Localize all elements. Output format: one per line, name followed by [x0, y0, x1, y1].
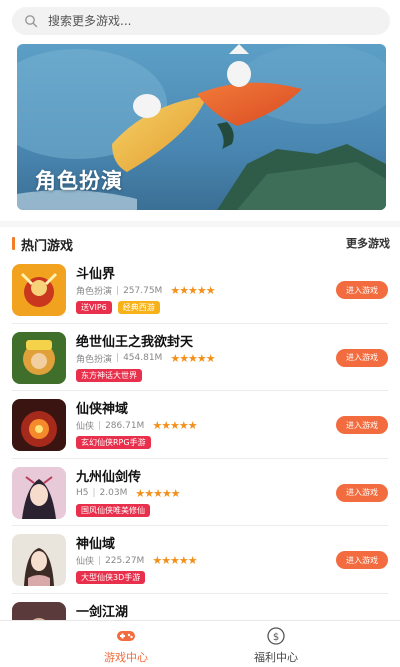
game-meta: 仙侠 | 225.27M ★★★★★: [76, 554, 198, 568]
game-meta: 角色扮演 | 257.75M ★★★★★: [76, 284, 216, 297]
game-name: 神仙域: [76, 537, 116, 553]
bottom-nav: 游戏中心 $ 福利中心: [0, 620, 400, 667]
game-name: 仙侠神域: [76, 402, 129, 418]
section-divider: [0, 221, 400, 227]
game-meta: H5 | 2.03M ★★★★★: [76, 486, 181, 500]
game-category: 仙侠: [76, 557, 95, 568]
game-icon[interactable]: [12, 264, 66, 316]
meta-separator: |: [98, 420, 102, 431]
enter-game-button[interactable]: 进入游戏: [336, 348, 388, 367]
game-icon[interactable]: [12, 534, 66, 587]
enter-game-button[interactable]: 进入游戏: [336, 416, 388, 435]
game-tags: 大型仙侠3D手游: [76, 571, 146, 585]
game-meta: 角色扮演 | 454.81M ★★★★★: [76, 351, 216, 365]
game-row[interactable]: 神仙域 仙侠 | 225.27M ★★★★★ 大型仙侠3D手游 进入游戏: [12, 526, 388, 594]
game-category: 角色扮演: [76, 287, 113, 297]
enter-game-button[interactable]: 进入游戏: [336, 483, 388, 502]
star-rating: ★★★★★: [170, 351, 215, 365]
nav-game-center[interactable]: 游戏中心: [76, 621, 176, 667]
banner-title: 角色扮演: [35, 169, 123, 193]
game-size: 225.27M: [105, 555, 145, 566]
banner[interactable]: 角色扮演: [17, 44, 386, 210]
game-icon[interactable]: [12, 331, 66, 384]
game-category: 仙侠: [76, 422, 95, 433]
game-name: 九州仙剑传: [76, 469, 142, 485]
star-rating: ★★★★★: [170, 284, 215, 297]
search-bar[interactable]: [12, 7, 390, 35]
section-title: 热门游戏: [21, 239, 74, 254]
gamepad-icon: [117, 631, 135, 641]
game-size: 286.71M: [105, 420, 145, 431]
game-tags: 送VIP6 经典西游: [76, 301, 160, 314]
game-row[interactable]: 九州仙剑传 H5 | 2.03M ★★★★★ 国风仙侠唯美修仙 进入游戏: [12, 459, 388, 527]
game-row[interactable]: 仙侠神域 仙侠 | 286.71M ★★★★★ 玄幻仙侠RPG手游 进入游戏: [12, 391, 388, 459]
game-row[interactable]: 斗仙界 角色扮演 | 257.75M ★★★★★ 送VIP6 经典西游 进入游戏: [12, 256, 388, 324]
search-icon: [25, 15, 38, 28]
game-tags: 东方神话大世界: [76, 368, 142, 382]
game-meta: 仙侠 | 286.71M ★★★★★: [76, 419, 198, 433]
game-name: 绝世仙王之我欲封天: [76, 334, 194, 350]
meta-separator: |: [116, 353, 120, 364]
game-size: 257.75M: [123, 285, 163, 296]
game-tags: 国风仙侠唯美修仙: [76, 503, 150, 517]
game-row[interactable]: 绝世仙王之我欲封天 角色扮演 | 454.81M ★★★★★ 东方神话大世界 进…: [12, 324, 388, 392]
search-input[interactable]: [48, 14, 348, 28]
game-tag: 玄幻仙侠RPG手游: [76, 436, 151, 450]
star-rating: ★★★★★: [152, 419, 197, 433]
game-tag: 送VIP6: [76, 301, 112, 314]
game-category: 角色扮演: [76, 354, 113, 365]
star-rating: ★★★★★: [152, 554, 197, 568]
game-tag: 东方神话大世界: [76, 368, 142, 382]
game-name: 一剑江湖: [76, 604, 129, 620]
game-icon[interactable]: [12, 466, 66, 519]
meta-separator: |: [92, 488, 96, 499]
section-accent-bar: [12, 237, 15, 250]
meta-separator: |: [116, 285, 120, 296]
game-tag: 大型仙侠3D手游: [76, 571, 146, 585]
coin-icon: $: [267, 627, 285, 645]
game-name: 斗仙界: [76, 267, 116, 282]
nav-welfare-center[interactable]: $ 福利中心: [226, 621, 326, 667]
enter-game-button[interactable]: 进入游戏: [336, 281, 388, 299]
more-games-link[interactable]: 更多游戏: [346, 235, 390, 251]
game-tag: 国风仙侠唯美修仙: [76, 503, 150, 517]
game-category: H5: [76, 488, 89, 499]
game-tag: 经典西游: [117, 301, 160, 314]
meta-separator: |: [98, 555, 102, 566]
game-icon[interactable]: [12, 399, 66, 452]
game-list: 斗仙界 角色扮演 | 257.75M ★★★★★ 送VIP6 经典西游 进入游戏…: [0, 256, 400, 662]
game-tags: 玄幻仙侠RPG手游: [76, 436, 151, 450]
enter-game-button[interactable]: 进入游戏: [336, 551, 388, 570]
hot-games-header: 热门游戏 更多游戏: [0, 232, 400, 254]
game-size: 2.03M: [99, 488, 128, 499]
star-rating: ★★★★★: [135, 486, 180, 500]
game-size: 454.81M: [123, 353, 163, 364]
nav-label: 福利中心: [254, 651, 298, 664]
svg-text:$: $: [273, 632, 279, 643]
nav-label: 游戏中心: [104, 651, 148, 664]
